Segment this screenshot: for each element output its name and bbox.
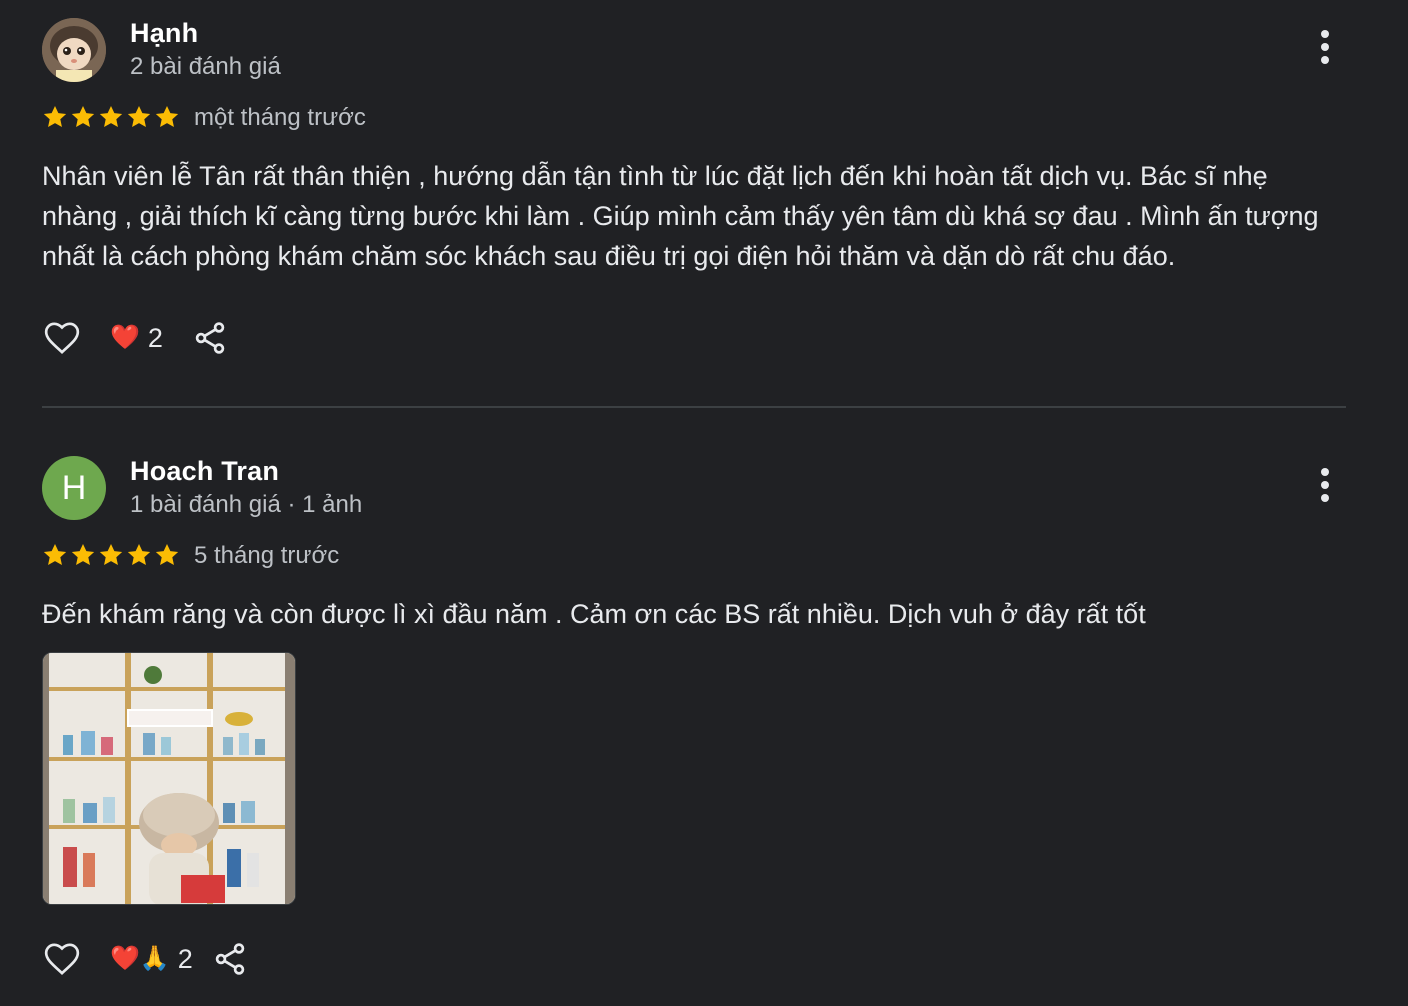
reviewer-name[interactable]: Hạnh xyxy=(130,18,198,49)
rating-row: một tháng trước xyxy=(42,100,1346,140)
reaction-emoji: ❤️ xyxy=(110,324,140,351)
star-rating xyxy=(42,104,182,132)
review-photo[interactable] xyxy=(42,652,296,905)
review-text: Nhân viên lễ Tân rất thân thiện , hướng … xyxy=(42,161,1319,271)
star-icon xyxy=(126,542,152,568)
reviewer-name[interactable]: Hoach Tran xyxy=(130,456,279,487)
review-header: Hạnh 2 bài đánh giá xyxy=(42,16,1346,84)
heart-outline-icon xyxy=(44,943,80,975)
review-actions: ❤️🙏 2 xyxy=(42,939,1346,987)
star-icon xyxy=(42,104,68,130)
star-rating xyxy=(42,542,182,570)
heart-outline-icon xyxy=(44,322,80,354)
star-icon xyxy=(98,542,124,568)
star-icon xyxy=(154,104,180,130)
star-icon xyxy=(126,104,152,130)
reaction-summary[interactable]: ❤️ 2 xyxy=(110,322,163,354)
share-icon xyxy=(215,943,245,975)
reaction-summary[interactable]: ❤️🙏 2 xyxy=(110,943,193,975)
star-icon xyxy=(154,542,180,568)
share-button[interactable] xyxy=(192,320,228,356)
avatar[interactable] xyxy=(42,18,106,82)
share-icon xyxy=(195,322,225,354)
star-icon xyxy=(98,104,124,130)
review-text: Đến khám răng và còn được lì xì đầu năm … xyxy=(42,599,1146,629)
like-button[interactable] xyxy=(42,939,82,979)
star-icon xyxy=(42,542,68,568)
review-actions: ❤️ 2 xyxy=(42,318,1346,366)
review-header: H Hoach Tran 1 bài đánh giá · 1 ảnh xyxy=(42,454,1346,522)
like-button[interactable] xyxy=(42,318,82,358)
more-options-button[interactable] xyxy=(1318,468,1332,504)
avatar-photo xyxy=(42,18,106,82)
review-photo-image xyxy=(43,653,295,904)
share-button[interactable] xyxy=(212,941,248,977)
reviewer-meta: 1 bài đánh giá · 1 ảnh xyxy=(130,491,363,518)
reaction-count: 2 xyxy=(177,943,193,974)
reaction-count: 2 xyxy=(147,322,163,353)
reviewer-meta: 2 bài đánh giá xyxy=(130,53,281,80)
review-time: 5 tháng trước xyxy=(194,542,340,569)
more-vert-icon xyxy=(1321,468,1329,476)
review-card: H Hoach Tran 1 bài đánh giá · 1 ảnh 5 th… xyxy=(42,454,1346,987)
avatar[interactable]: H xyxy=(42,456,106,520)
more-vert-icon xyxy=(1321,30,1329,38)
review-time: một tháng trước xyxy=(194,104,366,131)
reaction-emoji: ❤️🙏 xyxy=(110,945,170,972)
review-divider xyxy=(42,406,1346,408)
more-options-button[interactable] xyxy=(1318,30,1332,66)
star-icon xyxy=(70,542,96,568)
review-card: Hạnh 2 bài đánh giá một tháng trước Nhân… xyxy=(42,16,1346,366)
star-icon xyxy=(70,104,96,130)
rating-row: 5 tháng trước xyxy=(42,538,1346,578)
